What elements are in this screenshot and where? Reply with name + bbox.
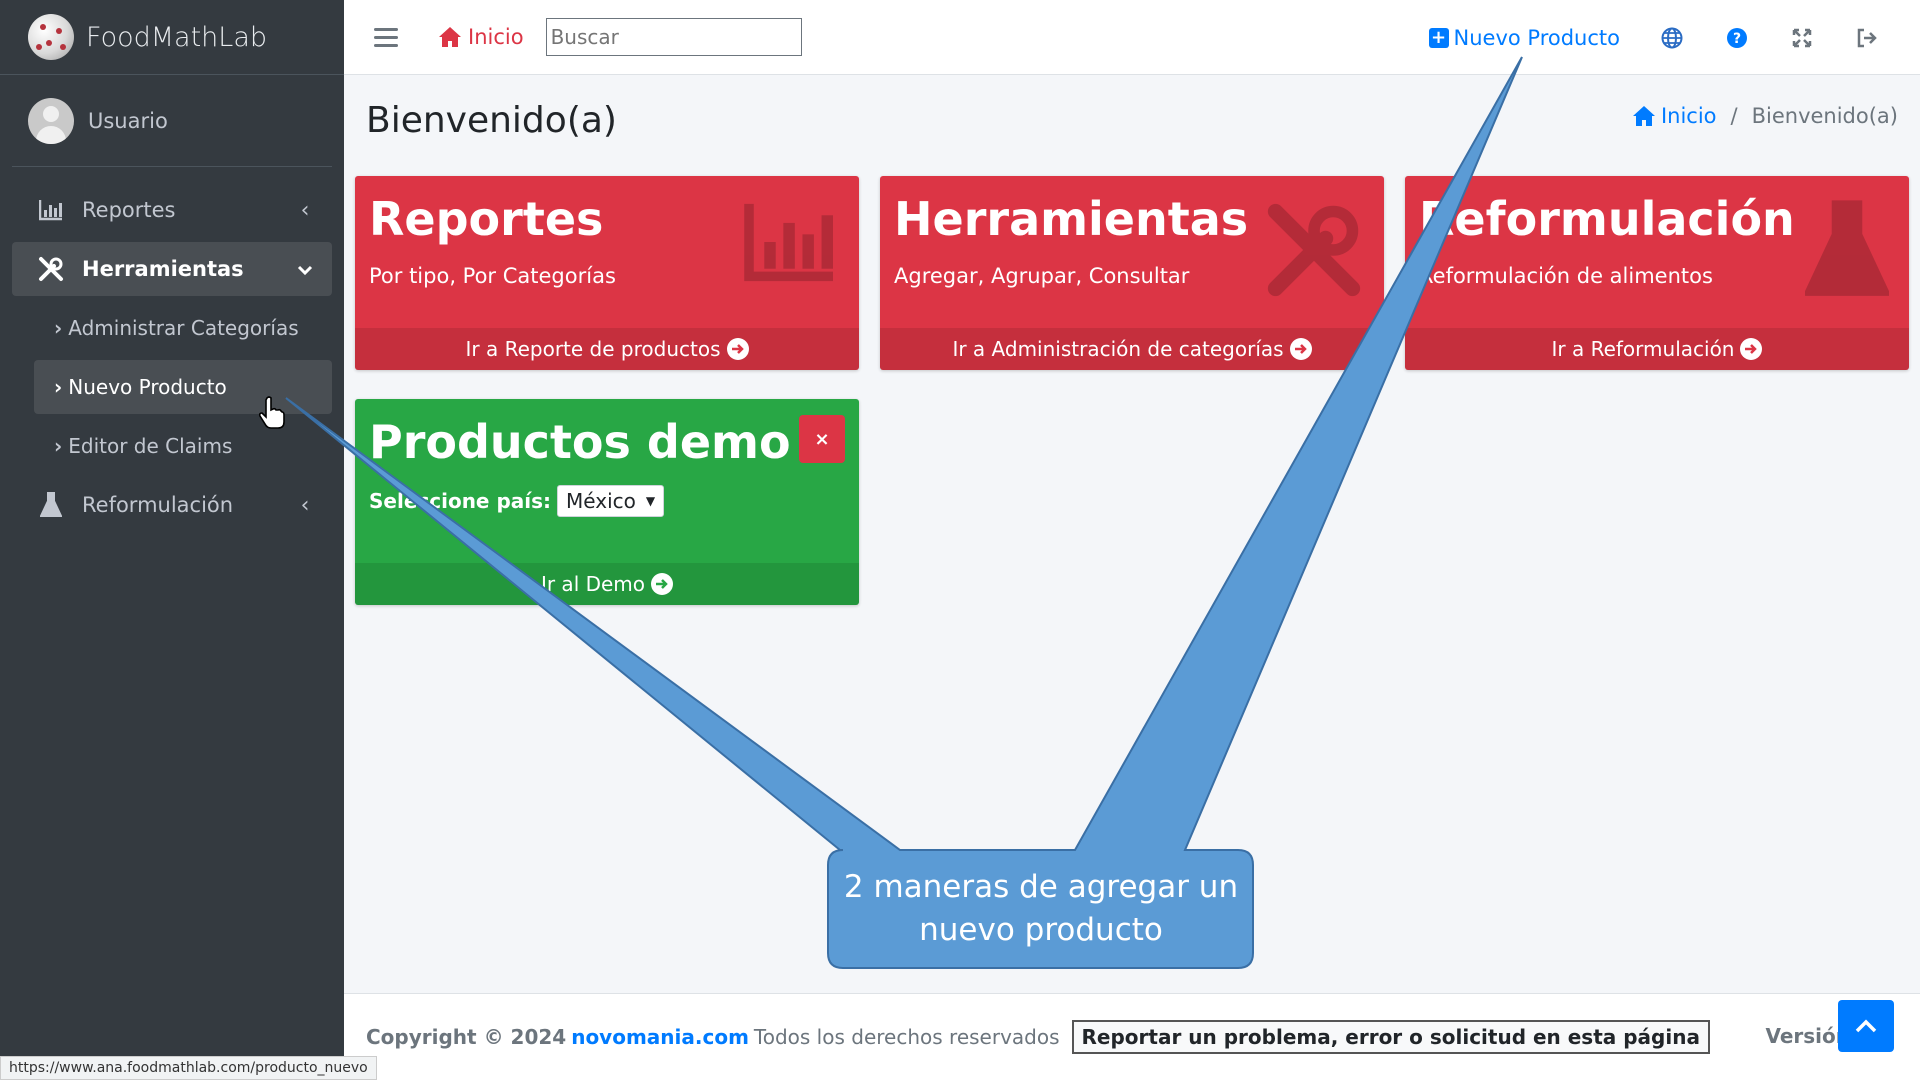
arrow-circle-right-icon xyxy=(1289,338,1312,360)
chevron-down-icon: ▼ xyxy=(645,494,656,508)
card-footer-label: Ir al Demo xyxy=(540,572,646,596)
chevron-up-icon xyxy=(1855,1019,1877,1033)
country-label: Seleccione país: xyxy=(369,489,552,513)
card-footer-label: Ir a Reformulación xyxy=(1551,337,1735,361)
country-selected-value: México xyxy=(566,489,636,513)
arrow-circle-right-icon xyxy=(651,573,674,595)
card-title: Reportes xyxy=(369,192,604,246)
reportes-card-link[interactable]: Ir a Reporte de productos xyxy=(355,328,859,370)
page-title: Bienvenido(a) xyxy=(366,100,617,141)
sidebar-subitem-label: Nuevo Producto xyxy=(68,375,227,399)
brand-name: FoodMathLab xyxy=(86,21,268,53)
report-problem-button[interactable]: Reportar un problema, error o solicitud … xyxy=(1071,1020,1710,1054)
arrow-circle-right-icon xyxy=(726,338,749,360)
status-bar-url: https://www.ana.foodmathlab.com/producto… xyxy=(0,1056,377,1080)
breadcrumb-home-link[interactable]: Inicio xyxy=(1632,104,1717,128)
tools-icon xyxy=(1267,203,1361,297)
country-row: Seleccione país: México ▼ xyxy=(369,485,665,517)
new-product-link[interactable]: + Nuevo Producto xyxy=(1428,25,1620,50)
sidebar-item-reformulacion[interactable]: Reformulación ‹ xyxy=(12,478,332,532)
breadcrumb-current: Bienvenido(a) xyxy=(1751,104,1898,128)
home-icon xyxy=(1632,106,1655,126)
card-title: Reformulación xyxy=(1419,192,1795,246)
flask-icon xyxy=(38,492,64,518)
sidebar: FoodMathLab Usuario Reportes ‹ Herramien… xyxy=(0,0,344,1080)
sidebar-subitem-label: Administrar Categorías xyxy=(68,316,299,340)
bar-chart-icon xyxy=(744,203,833,282)
logout-icon[interactable] xyxy=(1855,26,1879,50)
plus-square-icon: + xyxy=(1428,27,1449,48)
herramientas-card-link[interactable]: Ir a Administración de categorías xyxy=(880,328,1384,370)
breadcrumb-home-label: Inicio xyxy=(1660,104,1717,128)
copyright-text: Copyright © 2024 xyxy=(366,1025,567,1049)
herramientas-card: Herramientas Agregar, Agrupar, Consultar… xyxy=(880,176,1384,370)
hand-cursor-icon xyxy=(258,396,285,429)
reformulacion-card-link[interactable]: Ir a Reformulación xyxy=(1405,328,1909,370)
top-navbar: Inicio + Nuevo Producto ? xyxy=(344,0,1920,75)
page-footer: Copyright © 2024 novomania.com Todos los… xyxy=(344,993,1920,1080)
card-subtitle: Agregar, Agrupar, Consultar xyxy=(894,264,1190,288)
bar-chart-icon xyxy=(38,197,64,223)
globe-icon[interactable] xyxy=(1660,26,1684,50)
user-name: Usuario xyxy=(88,108,168,133)
site-link[interactable]: novomania.com xyxy=(571,1025,749,1049)
sidebar-item-label: Herramientas xyxy=(82,257,244,281)
menu-toggle-icon[interactable] xyxy=(374,23,398,52)
help-icon[interactable]: ? xyxy=(1725,26,1749,50)
brand-logo-icon xyxy=(28,14,74,60)
chevron-down-icon xyxy=(294,257,316,282)
card-subtitle: Reformulación de alimentos xyxy=(1419,264,1713,288)
demo-products-card: Productos demo × Seleccione país: México… xyxy=(355,399,859,605)
sidebar-subitem-label: Editor de Claims xyxy=(68,434,233,458)
chevron-right-icon: › xyxy=(54,434,63,458)
back-to-top-button[interactable] xyxy=(1838,1000,1894,1052)
card-title: Herramientas xyxy=(894,192,1249,246)
fullscreen-icon[interactable] xyxy=(1790,26,1814,50)
home-icon xyxy=(439,27,461,47)
country-select[interactable]: México ▼ xyxy=(557,485,665,517)
arrow-circle-right-icon xyxy=(1740,338,1763,360)
card-footer-label: Ir a Reporte de productos xyxy=(465,337,721,361)
reportes-card: Reportes Por tipo, Por Categorías Ir a R… xyxy=(355,176,859,370)
sidebar-nav: Reportes ‹ Herramientas › Administrar Ca… xyxy=(0,167,344,532)
chevron-left-icon: ‹ xyxy=(300,197,310,223)
rights-text: Todos los derechos reservados xyxy=(753,1025,1060,1049)
search-input[interactable] xyxy=(545,18,802,56)
sidebar-subitem-administrar-categorias[interactable]: › Administrar Categorías xyxy=(34,301,332,355)
chevron-right-icon: › xyxy=(54,375,63,399)
new-product-label: Nuevo Producto xyxy=(1453,25,1620,50)
home-link[interactable]: Inicio xyxy=(438,25,524,49)
tools-icon xyxy=(38,256,64,282)
home-link-label: Inicio xyxy=(468,25,524,49)
card-subtitle: Por tipo, Por Categorías xyxy=(369,264,616,288)
card-title: Productos demo xyxy=(369,415,791,469)
svg-text:?: ? xyxy=(1733,31,1741,47)
breadcrumb-separator: / xyxy=(1730,104,1738,128)
user-panel[interactable]: Usuario xyxy=(12,75,332,167)
reformulacion-card: Reformulación Reformulación de alimentos… xyxy=(1405,176,1909,370)
flask-icon xyxy=(1805,200,1889,296)
sidebar-subitem-nuevo-producto[interactable]: › Nuevo Producto xyxy=(34,360,332,414)
sidebar-item-label: Reformulación xyxy=(82,493,234,517)
sidebar-subitem-editor-de-claims[interactable]: › Editor de Claims xyxy=(34,419,332,473)
breadcrumb: Inicio / Bienvenido(a) xyxy=(1632,104,1898,128)
avatar xyxy=(28,97,74,144)
callout-text: 2 maneras de agregar un nuevo producto xyxy=(843,868,1239,948)
close-button[interactable]: × xyxy=(799,415,845,463)
sidebar-item-reportes[interactable]: Reportes ‹ xyxy=(12,183,332,237)
card-footer-label: Ir a Administración de categorías xyxy=(952,337,1284,361)
sidebar-item-herramientas[interactable]: Herramientas xyxy=(12,242,332,296)
chevron-left-icon: ‹ xyxy=(300,492,310,518)
brand-link[interactable]: FoodMathLab xyxy=(0,0,344,75)
demo-card-link[interactable]: Ir al Demo xyxy=(355,563,859,605)
sidebar-item-label: Reportes xyxy=(82,198,176,222)
chevron-right-icon: › xyxy=(54,316,63,340)
